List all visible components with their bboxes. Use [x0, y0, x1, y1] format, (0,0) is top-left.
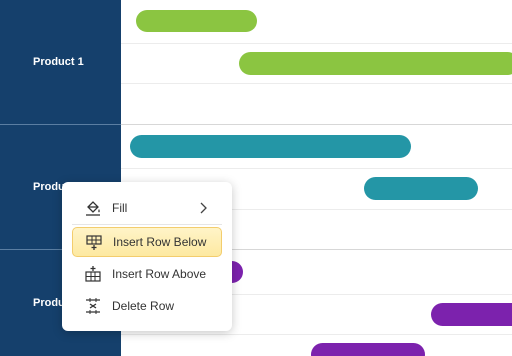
menu-item-label: Insert Row Above	[112, 267, 207, 281]
group-label: Product 1	[33, 56, 84, 68]
chevron-right-icon	[196, 201, 210, 215]
group-divider	[121, 124, 512, 125]
task-bar[interactable]	[364, 177, 478, 200]
group-header-product-1[interactable]: Product 1	[0, 0, 121, 125]
task-bar[interactable]	[136, 10, 257, 32]
row-divider	[121, 43, 512, 44]
menu-item-label: Fill	[112, 201, 128, 215]
task-bar[interactable]	[311, 343, 425, 356]
row-divider	[121, 334, 512, 335]
menu-item-fill[interactable]: Fill	[72, 193, 222, 223]
task-bar[interactable]	[239, 52, 512, 75]
insert-row-above-icon	[84, 265, 102, 283]
menu-item-delete-row[interactable]: Delete Row	[72, 291, 222, 321]
menu-item-insert-row-below[interactable]: Insert Row Below	[72, 227, 222, 257]
context-menu: Fill Insert Row Below Insert Row Above D…	[62, 182, 232, 331]
delete-row-icon	[84, 297, 102, 315]
task-bar[interactable]	[431, 303, 512, 326]
gantt-view: Product 1 Produc Produc Fill Insert Row …	[0, 0, 512, 356]
row-divider	[121, 168, 512, 169]
menu-separator	[72, 224, 222, 225]
insert-row-below-icon	[85, 233, 103, 251]
fill-bucket-icon	[84, 199, 102, 217]
row-divider	[121, 83, 512, 84]
menu-item-insert-row-above[interactable]: Insert Row Above	[72, 259, 222, 289]
task-bar[interactable]	[130, 135, 411, 158]
menu-item-label: Insert Row Below	[113, 235, 207, 249]
menu-item-label: Delete Row	[112, 299, 175, 313]
